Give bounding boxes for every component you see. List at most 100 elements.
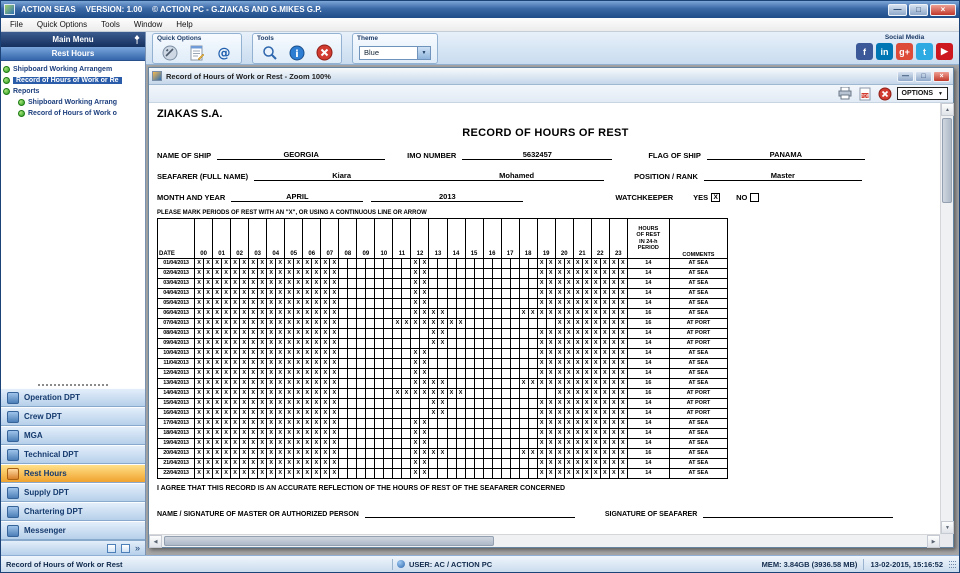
youtube-icon[interactable]: ▶: [936, 43, 953, 60]
rest-mark-cell: X: [203, 348, 214, 359]
panel-list-icon[interactable]: [120, 543, 130, 553]
dept-button-mga[interactable]: MGA: [1, 426, 145, 445]
rest-mark-cell: X: [545, 428, 556, 439]
close-report-icon[interactable]: [877, 87, 893, 101]
month-year-row: MONTH AND YEAR APRIL 2013 WATCHKEEPER YE…: [157, 192, 934, 202]
report-maximize-button[interactable]: □: [915, 70, 932, 82]
resize-grip[interactable]: [949, 560, 956, 568]
rest-mark-cell: [338, 288, 349, 299]
rest-mark-cell: [383, 328, 394, 339]
panel-layout-icon[interactable]: [106, 543, 116, 553]
rest-mark-cell: X: [617, 298, 628, 309]
dept-button-supply-dpt[interactable]: Supply DPT: [1, 483, 145, 502]
tree-item-shipboard-working-arrangem[interactable]: Shipboard Working Arrangem: [3, 64, 143, 75]
report-minimize-button[interactable]: —: [897, 70, 914, 82]
scroll-down-icon[interactable]: ▼: [941, 521, 954, 534]
dept-button-chartering-dpt[interactable]: Chartering DPT: [1, 502, 145, 521]
rest-mark-cell: [392, 328, 403, 339]
close-button[interactable]: ×: [930, 3, 956, 16]
rest-mark-cell: X: [212, 418, 223, 429]
twitter-icon[interactable]: t: [916, 43, 933, 60]
dept-button-messenger[interactable]: Messenger: [1, 521, 145, 540]
dept-button-technical-dpt[interactable]: Technical DPT: [1, 445, 145, 464]
rest-hours-cell: 14: [626, 458, 670, 469]
rest-mark-cell: X: [617, 278, 628, 289]
email-icon[interactable]: @: [213, 44, 235, 62]
maximize-button[interactable]: □: [909, 3, 928, 16]
options-dropdown[interactable]: OPTIONS ▼: [896, 87, 948, 100]
rest-mark-cell: [446, 418, 457, 429]
rest-mark-cell: X: [194, 318, 205, 329]
info-icon[interactable]: i: [286, 44, 308, 62]
scroll-right-icon[interactable]: ▶: [927, 535, 940, 548]
chevron-more-icon[interactable]: »: [135, 543, 140, 553]
rest-mark-cell: X: [275, 328, 286, 339]
menu-item-tools[interactable]: Tools: [94, 18, 127, 31]
rest-mark-cell: [356, 408, 367, 419]
rest-mark-cell: X: [608, 368, 619, 379]
rest-mark-cell: [347, 288, 358, 299]
menu-item-help[interactable]: Help: [169, 18, 199, 31]
rest-mark-cell: [401, 408, 412, 419]
print-icon[interactable]: [837, 87, 853, 101]
rest-mark-cell: X: [581, 388, 592, 399]
rest-mark-cell: X: [221, 388, 232, 399]
exit-icon[interactable]: [313, 44, 335, 62]
rest-mark-cell: X: [428, 328, 439, 339]
rest-mark-cell: [356, 278, 367, 289]
app-version: VERSION: 1.00: [85, 5, 143, 14]
settings-icon[interactable]: [159, 44, 181, 62]
rest-mark-cell: X: [194, 298, 205, 309]
tree-item-shipboard-working-arrang[interactable]: Shipboard Working Arrang: [3, 97, 143, 108]
dept-button-operation-dpt[interactable]: Operation DPT: [1, 388, 145, 407]
horizontal-scrollbar[interactable]: ◀ ▶: [149, 534, 940, 548]
tree-item-reports[interactable]: Reports: [3, 86, 143, 97]
rest-mark-cell: [338, 318, 349, 329]
rest-mark-cell: X: [194, 308, 205, 319]
scroll-left-icon[interactable]: ◀: [149, 535, 162, 548]
notes-icon[interactable]: [186, 44, 208, 62]
horizontal-scroll-thumb[interactable]: [164, 536, 494, 546]
linkedin-icon[interactable]: in: [876, 43, 893, 60]
googleplus-icon[interactable]: g+: [896, 43, 913, 60]
date-column-header: DATE: [156, 218, 196, 259]
vertical-scrollbar[interactable]: ▲ ▼: [940, 103, 954, 534]
zoom-icon[interactable]: [259, 44, 281, 62]
rest-mark-cell: [356, 428, 367, 439]
rest-mark-cell: X: [248, 358, 259, 369]
menu-item-file[interactable]: File: [3, 18, 30, 31]
pin-icon[interactable]: [133, 35, 141, 46]
watchkeeper-yes-checkbox[interactable]: X: [711, 193, 721, 202]
report-window-titlebar[interactable]: Record of Hours of Work or Rest - Zoom 1…: [149, 68, 953, 85]
scroll-up-icon[interactable]: ▲: [941, 103, 954, 116]
minimize-button[interactable]: —: [888, 3, 907, 16]
menu-item-window[interactable]: Window: [127, 18, 169, 31]
tree-item-record-of-hours-of-work-or-re[interactable]: Record of Hours of Work or Re: [3, 75, 143, 86]
watchkeeper-no-checkbox[interactable]: [750, 193, 760, 202]
export-icon[interactable]: PDF: [857, 87, 873, 101]
rest-hours-section-header[interactable]: Rest Hours: [1, 47, 145, 61]
hour-column-header: 02: [230, 218, 250, 259]
main-menu-header[interactable]: Main Menu: [1, 32, 145, 47]
rest-mark-cell: X: [608, 338, 619, 349]
rest-mark-cell: X: [545, 278, 556, 289]
dept-button-crew-dpt[interactable]: Crew DPT: [1, 407, 145, 426]
dept-button-rest-hours[interactable]: Rest Hours: [1, 464, 145, 483]
rest-mark-cell: X: [428, 308, 439, 319]
facebook-icon[interactable]: f: [856, 43, 873, 60]
rest-mark-cell: X: [410, 268, 421, 279]
vertical-scroll-thumb[interactable]: [942, 118, 952, 203]
rest-mark-cell: X: [293, 278, 304, 289]
theme-select[interactable]: Blue ▼: [359, 45, 431, 60]
rest-mark-cell: [419, 328, 430, 339]
menu-item-quick-options[interactable]: Quick Options: [30, 18, 94, 31]
sidebar-gripper[interactable]: [38, 378, 108, 386]
report-close-button[interactable]: ×: [933, 70, 950, 82]
tree-item-record-of-hours-of-work-o[interactable]: Record of Hours of Work o: [3, 108, 143, 119]
rest-mark-cell: X: [329, 458, 340, 469]
rest-mark-cell: X: [266, 458, 277, 469]
rest-mark-cell: X: [536, 328, 547, 339]
rest-mark-cell: [473, 378, 484, 389]
rest-mark-cell: [509, 258, 520, 269]
rest-mark-cell: X: [617, 308, 628, 319]
